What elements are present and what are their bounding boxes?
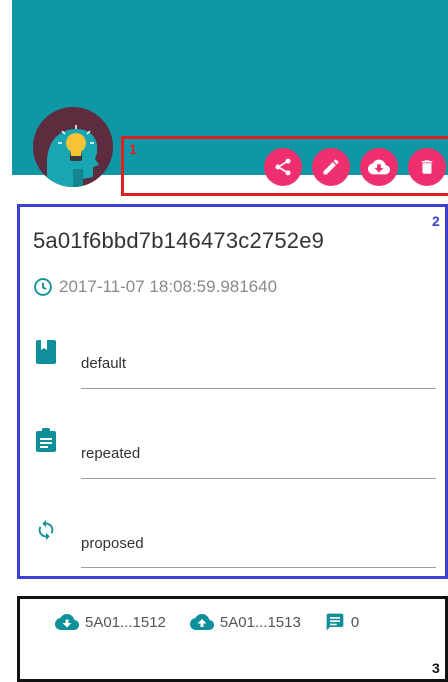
book-icon <box>36 340 56 364</box>
comment-stat[interactable]: 0 <box>325 612 359 632</box>
comment-icon <box>326 613 344 631</box>
field-repeated-value[interactable]: repeated <box>81 445 140 462</box>
field-proposed-value[interactable]: proposed <box>81 535 144 552</box>
document-id-title: 5a01f6bbd7b146473c2752e9 <box>33 228 325 253</box>
clock-icon <box>34 278 52 296</box>
action-toolbar <box>264 148 446 188</box>
upload-stat[interactable]: 5A01...1513 <box>189 612 301 632</box>
download-stat[interactable]: 5A01...1512 <box>55 612 166 632</box>
field-underline <box>81 388 436 389</box>
sync-icon <box>38 519 54 541</box>
clipboard-icon <box>36 428 56 452</box>
annotation-label-2: 2 <box>432 213 440 229</box>
download-id: 5A01...1512 <box>85 613 166 631</box>
cloud-upload-icon <box>189 614 214 630</box>
delete-icon <box>421 160 433 174</box>
annotation-label-1: 1 <box>129 141 137 157</box>
avatar[interactable] <box>33 107 113 187</box>
delete-button[interactable] <box>408 148 446 186</box>
share-button[interactable] <box>264 148 302 186</box>
timestamp-value: 2017-11-07 18:08:59.981640 <box>59 277 278 296</box>
idea-head-icon <box>33 107 113 187</box>
page: 5a01f6bbd7b146473c2752e9 2017-11-07 18:0… <box>0 0 448 682</box>
cloud-download-icon <box>368 159 390 175</box>
timestamp-row: 2017-11-07 18:08:59.981640 <box>33 277 277 297</box>
annotation-box-2 <box>17 204 448 579</box>
cloud-download-icon <box>55 614 79 630</box>
upload-id: 5A01...1513 <box>219 613 301 631</box>
annotation-box-3 <box>17 596 448 682</box>
comment-count: 0 <box>350 613 360 631</box>
edit-button[interactable] <box>312 148 350 186</box>
annotation-label-3: 3 <box>432 660 440 676</box>
edit-icon <box>323 159 339 175</box>
download-button[interactable] <box>360 148 398 186</box>
stats-bar: 5A01...1512 5A01...1513 0 <box>55 612 383 632</box>
field-underline <box>81 567 436 568</box>
field-default-value[interactable]: default <box>81 355 126 372</box>
field-underline <box>81 478 436 479</box>
share-icon <box>275 158 291 176</box>
